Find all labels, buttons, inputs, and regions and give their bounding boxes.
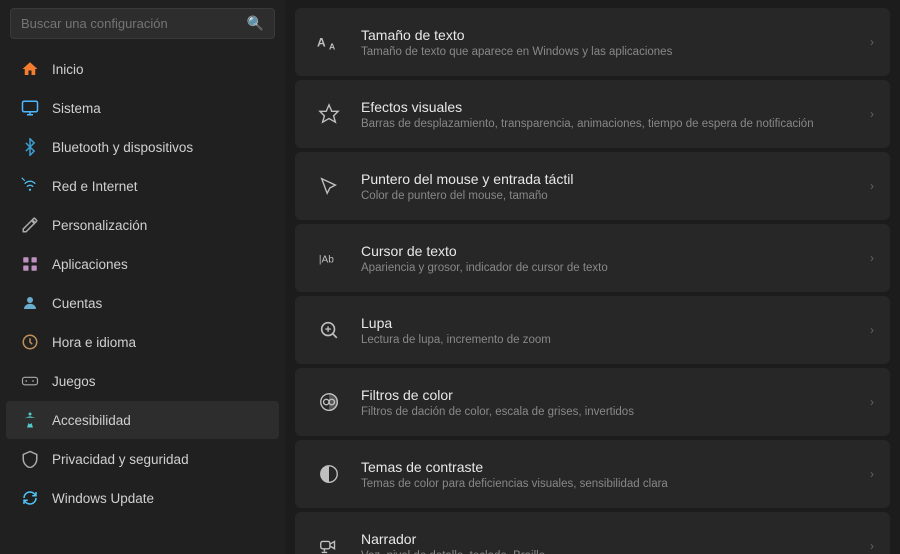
- settings-text-filtros-color: Filtros de color Filtros de dación de col…: [361, 387, 862, 418]
- nav-icon-sistema: [20, 98, 40, 118]
- settings-text-efectos-visuales: Efectos visuales Barras de desplazamiento…: [361, 99, 862, 130]
- settings-title-efectos-visuales: Efectos visuales: [361, 99, 862, 115]
- nav-label-red: Red e Internet: [52, 179, 138, 194]
- settings-item-efectos-visuales[interactable]: Efectos visuales Barras de desplazamiento…: [295, 80, 890, 148]
- nav-icon-hora: [20, 332, 40, 352]
- sidebar-item-privacidad[interactable]: Privacidad y seguridad: [6, 440, 279, 478]
- svg-text:A: A: [317, 35, 326, 49]
- nav-list: Inicio Sistema Bluetooth y dispositivos Red…: [0, 49, 285, 518]
- nav-label-bluetooth: Bluetooth y dispositivos: [52, 140, 193, 155]
- settings-title-lupa: Lupa: [361, 315, 862, 331]
- settings-icon-filtros-color: [311, 384, 347, 420]
- nav-icon-juegos: [20, 371, 40, 391]
- nav-label-update: Windows Update: [52, 491, 154, 506]
- settings-icon-temas-contraste: [311, 456, 347, 492]
- nav-icon-red: [20, 176, 40, 196]
- nav-icon-aplicaciones: [20, 254, 40, 274]
- chevron-right-icon: ›: [870, 395, 874, 409]
- settings-desc-cursor: Apariencia y grosor, indicador de cursor…: [361, 262, 862, 274]
- chevron-right-icon: ›: [870, 179, 874, 193]
- nav-icon-inicio: [20, 59, 40, 79]
- sidebar-item-inicio[interactable]: Inicio: [6, 50, 279, 88]
- sidebar-item-cuentas[interactable]: Cuentas: [6, 284, 279, 322]
- settings-item-tamano-texto[interactable]: AA Tamaño de texto Tamaño de texto que apa…: [295, 8, 890, 76]
- sidebar-item-juegos[interactable]: Juegos: [6, 362, 279, 400]
- settings-item-temas-contraste[interactable]: Temas de contraste Temas de color para de…: [295, 440, 890, 508]
- settings-item-cursor[interactable]: |Ab Cursor de texto Apariencia y grosor, i…: [295, 224, 890, 292]
- nav-label-cuentas: Cuentas: [52, 296, 102, 311]
- settings-desc-filtros-color: Filtros de dación de color, escala de gr…: [361, 406, 862, 418]
- sidebar-item-red[interactable]: Red e Internet: [6, 167, 279, 205]
- chevron-right-icon: ›: [870, 251, 874, 265]
- settings-desc-narrador: Voz, nivel de detalle, teclado, Braille: [361, 550, 862, 554]
- settings-desc-efectos-visuales: Barras de desplazamiento, transparencia,…: [361, 118, 862, 130]
- main-content: AA Tamaño de texto Tamaño de texto que apa…: [285, 0, 900, 554]
- settings-item-narrador[interactable]: Narrador Voz, nivel de detalle, teclado, …: [295, 512, 890, 554]
- nav-label-juegos: Juegos: [52, 374, 96, 389]
- svg-text:A: A: [329, 42, 335, 52]
- settings-icon-tamano-texto: AA: [311, 24, 347, 60]
- nav-label-sistema: Sistema: [52, 101, 101, 116]
- nav-icon-accesibilidad: [20, 410, 40, 430]
- chevron-right-icon: ›: [870, 323, 874, 337]
- sidebar-item-sistema[interactable]: Sistema: [6, 89, 279, 127]
- nav-icon-personalizacion: [20, 215, 40, 235]
- settings-title-temas-contraste: Temas de contraste: [361, 459, 862, 475]
- settings-desc-tamano-texto: Tamaño de texto que aparece en Windows y…: [361, 46, 862, 58]
- nav-icon-bluetooth: [20, 137, 40, 157]
- settings-list: AA Tamaño de texto Tamaño de texto que apa…: [295, 8, 890, 554]
- settings-title-tamano-texto: Tamaño de texto: [361, 27, 862, 43]
- nav-label-privacidad: Privacidad y seguridad: [52, 452, 189, 467]
- settings-desc-temas-contraste: Temas de color para deficiencias visuale…: [361, 478, 862, 490]
- sidebar-item-accesibilidad[interactable]: Accesibilidad: [6, 401, 279, 439]
- settings-text-cursor: Cursor de texto Apariencia y grosor, indi…: [361, 243, 862, 274]
- nav-icon-privacidad: [20, 449, 40, 469]
- settings-title-cursor: Cursor de texto: [361, 243, 862, 259]
- nav-label-hora: Hora e idioma: [52, 335, 136, 350]
- chevron-right-icon: ›: [870, 467, 874, 481]
- settings-icon-narrador: [311, 528, 347, 554]
- svg-text:|Ab: |Ab: [319, 255, 334, 266]
- settings-desc-lupa: Lectura de lupa, incremento de zoom: [361, 334, 862, 346]
- chevron-right-icon: ›: [870, 107, 874, 121]
- nav-label-personalizacion: Personalización: [52, 218, 147, 233]
- search-icon: 🔍: [247, 15, 264, 32]
- settings-desc-puntero: Color de puntero del mouse, tamaño: [361, 190, 862, 202]
- settings-title-filtros-color: Filtros de color: [361, 387, 862, 403]
- sidebar-item-personalizacion[interactable]: Personalización: [6, 206, 279, 244]
- sidebar: 🔍 Inicio Sistema Bluetooth y dispositivos R…: [0, 0, 285, 554]
- nav-icon-update: [20, 488, 40, 508]
- nav-label-accesibilidad: Accesibilidad: [52, 413, 131, 428]
- settings-icon-puntero: [311, 168, 347, 204]
- settings-text-narrador: Narrador Voz, nivel de detalle, teclado, …: [361, 531, 862, 554]
- settings-text-lupa: Lupa Lectura de lupa, incremento de zoom: [361, 315, 862, 346]
- settings-icon-cursor: |Ab: [311, 240, 347, 276]
- nav-label-inicio: Inicio: [52, 62, 84, 77]
- settings-item-filtros-color[interactable]: Filtros de color Filtros de dación de col…: [295, 368, 890, 436]
- nav-label-aplicaciones: Aplicaciones: [52, 257, 128, 272]
- sidebar-item-update[interactable]: Windows Update: [6, 479, 279, 517]
- settings-icon-efectos-visuales: [311, 96, 347, 132]
- sidebar-item-bluetooth[interactable]: Bluetooth y dispositivos: [6, 128, 279, 166]
- settings-title-puntero: Puntero del mouse y entrada táctil: [361, 171, 862, 187]
- sidebar-item-hora[interactable]: Hora e idioma: [6, 323, 279, 361]
- chevron-right-icon: ›: [870, 35, 874, 49]
- search-input[interactable]: [21, 16, 239, 31]
- search-bar[interactable]: 🔍: [10, 8, 275, 39]
- chevron-right-icon: ›: [870, 539, 874, 553]
- settings-item-puntero[interactable]: Puntero del mouse y entrada táctil Color …: [295, 152, 890, 220]
- settings-text-tamano-texto: Tamaño de texto Tamaño de texto que apare…: [361, 27, 862, 58]
- nav-icon-cuentas: [20, 293, 40, 313]
- settings-title-narrador: Narrador: [361, 531, 862, 547]
- settings-text-temas-contraste: Temas de contraste Temas de color para de…: [361, 459, 862, 490]
- sidebar-item-aplicaciones[interactable]: Aplicaciones: [6, 245, 279, 283]
- settings-item-lupa[interactable]: Lupa Lectura de lupa, incremento de zoom ›: [295, 296, 890, 364]
- settings-icon-lupa: [311, 312, 347, 348]
- settings-text-puntero: Puntero del mouse y entrada táctil Color …: [361, 171, 862, 202]
